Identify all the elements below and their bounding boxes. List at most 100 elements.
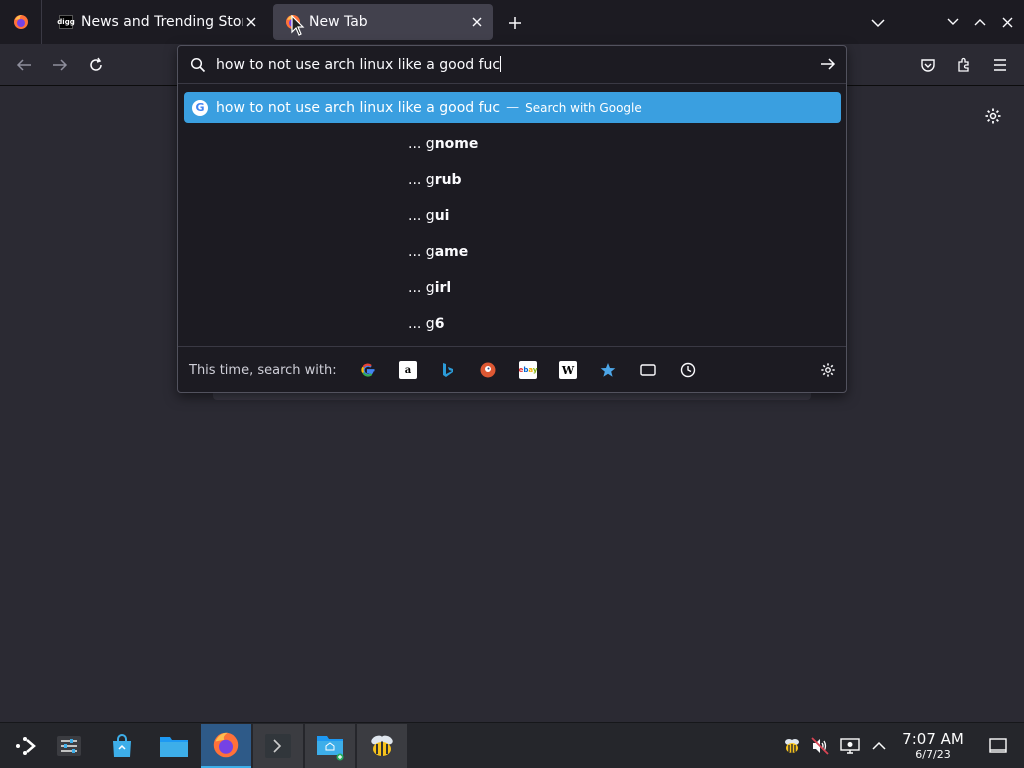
- amazon-icon: a: [404, 364, 412, 376]
- suggestion-prefix: ... g: [408, 316, 435, 332]
- chevron-up-icon: [974, 19, 986, 26]
- tabs-button[interactable]: [639, 361, 657, 379]
- history-button[interactable]: [679, 361, 697, 379]
- urlbar-input[interactable]: how to not use arch linux like a good fu…: [216, 56, 502, 73]
- forward-button[interactable]: [48, 53, 72, 77]
- duckduckgo-icon: [480, 362, 496, 378]
- star-icon: [600, 363, 616, 377]
- settings-sliders-icon: [57, 736, 81, 756]
- bing-engine-button[interactable]: [439, 361, 457, 379]
- amazon-engine-button[interactable]: a: [399, 361, 417, 379]
- app-menu-button[interactable]: [988, 53, 1012, 77]
- window-minimize-button[interactable]: [942, 11, 964, 33]
- volume-muted-icon[interactable]: [810, 736, 830, 756]
- suggestion-item[interactable]: ... g nome: [408, 132, 478, 156]
- gear-icon: [821, 363, 835, 377]
- chevron-up-icon: [872, 741, 886, 750]
- one-off-label: This time, search with:: [189, 363, 337, 378]
- digital-clock[interactable]: 7:07 AM 6/7/23: [898, 731, 968, 762]
- digg-favicon-icon: digg: [57, 15, 75, 29]
- tab-icon: [640, 364, 656, 376]
- wikipedia-icon: W: [561, 363, 575, 377]
- urlbar-input-text: how to not use arch linux like a good fu…: [216, 57, 501, 73]
- pocket-icon: [921, 59, 935, 72]
- suggestion-item[interactable]: ... g ame: [408, 240, 468, 264]
- bing-icon: [443, 363, 453, 377]
- desktop-icon: [989, 738, 1007, 753]
- suggestion-completion: rub: [434, 172, 462, 188]
- window-close-button[interactable]: [996, 11, 1018, 33]
- close-tab-icon[interactable]: [469, 14, 485, 30]
- chevron-down-icon: [871, 19, 885, 28]
- file-manager-taskbar-item[interactable]: [305, 724, 355, 768]
- chevron-down-icon: [947, 18, 959, 25]
- display-settings-icon[interactable]: [840, 736, 860, 756]
- konsole-taskbar-item[interactable]: [253, 724, 303, 768]
- google-icon: G: [192, 99, 208, 116]
- google-icon: [361, 363, 375, 377]
- newtab-settings-button[interactable]: [983, 106, 1003, 126]
- suggestion-item[interactable]: ... g ui: [408, 204, 449, 228]
- reload-icon: [90, 57, 102, 71]
- suggestion-prefix: ... g: [408, 208, 435, 224]
- text-caret: [500, 56, 502, 72]
- suggestion-completion: irl: [434, 280, 452, 296]
- clock-date: 6/7/23: [915, 748, 951, 761]
- application-launcher[interactable]: [0, 724, 50, 768]
- reload-button[interactable]: [84, 53, 108, 77]
- steamos-launcher-icon: [16, 737, 36, 755]
- ebay-icon: ebay: [518, 366, 538, 374]
- bookmarks-button[interactable]: [599, 361, 617, 379]
- search-with-google-result[interactable]: G how to not use arch linux like a good …: [184, 92, 841, 123]
- bee-tray-icon[interactable]: [782, 736, 802, 756]
- suggestion-completion: nome: [434, 136, 479, 152]
- suggestion-prefix: ... g: [408, 136, 435, 152]
- search-icon: [190, 57, 206, 73]
- suggestion-item[interactable]: ... g6: [408, 312, 444, 336]
- shopping-bag-icon: [113, 734, 131, 757]
- firefox-taskbar-item[interactable]: [201, 724, 251, 768]
- firefox-icon: [213, 732, 239, 758]
- back-button[interactable]: [12, 53, 36, 77]
- result-action-text: Search with Google: [525, 100, 642, 115]
- taskbar: [0, 722, 1024, 768]
- tab-new-tab[interactable]: New Tab: [273, 4, 493, 40]
- plus-icon: [509, 17, 521, 29]
- gear-icon: [985, 108, 1001, 124]
- suggestion-item[interactable]: ... g irl: [408, 276, 451, 300]
- go-arrow-icon[interactable]: [820, 56, 836, 72]
- puzzle-icon: [958, 57, 969, 72]
- bee-app-taskbar-item[interactable]: [357, 724, 407, 768]
- google-engine-button[interactable]: [359, 361, 377, 379]
- arrow-right-icon: [53, 59, 68, 71]
- wikipedia-engine-button[interactable]: W: [559, 361, 577, 379]
- pocket-button[interactable]: [916, 53, 940, 77]
- search-settings-button[interactable]: [820, 362, 836, 382]
- close-tab-icon[interactable]: [243, 14, 259, 30]
- new-tab-button[interactable]: [503, 11, 527, 35]
- folder-icon: [160, 737, 188, 757]
- one-off-search-buttons: This time, search with: a ebay W: [178, 346, 846, 392]
- close-icon: [1002, 17, 1012, 27]
- suggestion-completion: ui: [434, 208, 450, 224]
- mouse-cursor-icon: [291, 15, 305, 36]
- window-maximize-button[interactable]: [969, 11, 991, 33]
- urlbar-popup: how to not use arch linux like a good fu…: [177, 45, 847, 393]
- urlbar-input-row[interactable]: how to not use arch linux like a good fu…: [178, 46, 846, 84]
- firefox-view-button[interactable]: [0, 0, 42, 44]
- tab-news[interactable]: digg News and Trending Stories: [47, 4, 267, 40]
- result-separator: —: [506, 100, 520, 115]
- show-desktop-button[interactable]: [988, 736, 1008, 756]
- show-hidden-icons-button[interactable]: [869, 736, 889, 756]
- clock-icon: [680, 362, 696, 378]
- duckduckgo-engine-button[interactable]: [479, 361, 497, 379]
- extensions-button[interactable]: [952, 53, 976, 77]
- list-all-tabs-button[interactable]: [866, 11, 890, 35]
- dolphin-taskbar-item[interactable]: [149, 724, 199, 768]
- ebay-engine-button[interactable]: ebay: [519, 361, 537, 379]
- search-box-shadow: [213, 393, 811, 400]
- discover-taskbar-item[interactable]: [97, 724, 147, 768]
- suggestion-item[interactable]: ... g rub: [408, 168, 462, 192]
- bee-icon: [371, 735, 393, 756]
- system-settings-taskbar-item[interactable]: [44, 724, 94, 768]
